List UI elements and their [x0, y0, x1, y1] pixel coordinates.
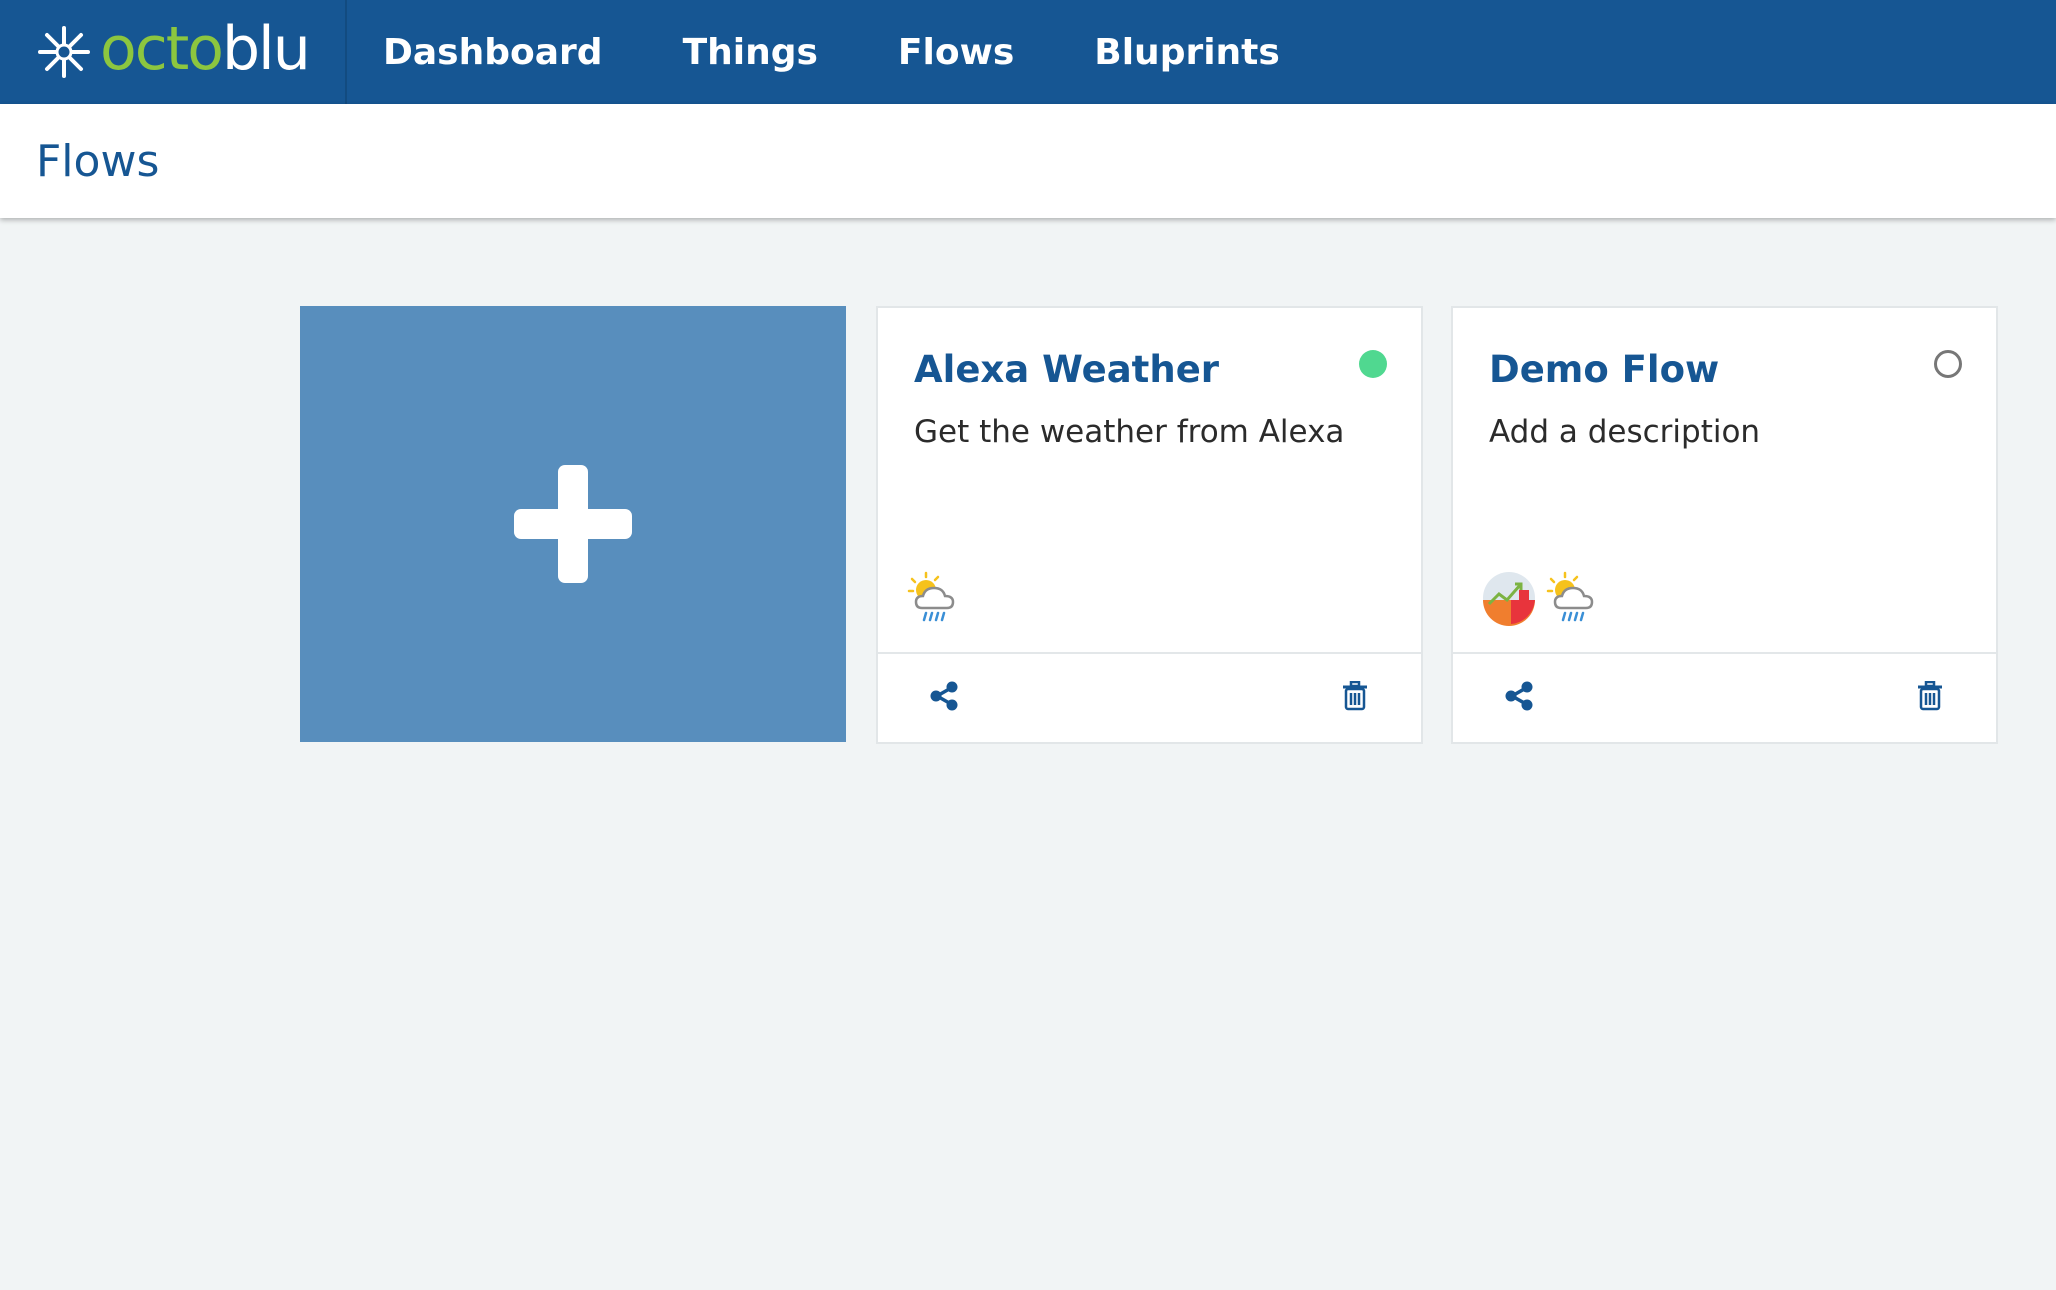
flow-description: Add a description — [1489, 414, 1761, 450]
plus-icon — [514, 465, 632, 583]
weather-icon — [1546, 571, 1594, 622]
flow-card-footer — [1453, 654, 1996, 742]
flow-status-online-indicator — [1359, 350, 1387, 378]
flow-name[interactable]: Demo Flow — [1489, 348, 1719, 391]
share-icon — [1505, 681, 1533, 711]
logo-text-blu: blu — [221, 14, 311, 84]
nav-flows[interactable]: Flows — [898, 32, 1014, 73]
delete-button[interactable] — [1910, 676, 1950, 716]
octoblu-star-icon — [38, 26, 90, 78]
share-icon — [930, 681, 958, 711]
main-nav: Dashboard Things Flows Bluprints — [347, 0, 1360, 104]
flow-node-icons — [906, 570, 970, 626]
top-nav-bar: octoblu Dashboard Things Flows Bluprints — [0, 0, 2056, 104]
flow-name[interactable]: Alexa Weather — [914, 348, 1219, 391]
flow-card-demo-flow[interactable]: Demo Flow Add a description — [1451, 306, 1998, 744]
flow-node-icons — [1481, 570, 1609, 626]
trash-icon — [1918, 681, 1942, 711]
share-button[interactable] — [1499, 676, 1539, 716]
nav-dashboard[interactable]: Dashboard — [383, 32, 603, 73]
new-flow-button[interactable] — [300, 306, 846, 742]
flow-card-grid: Alexa Weather Get the weather from Alexa — [300, 306, 2026, 744]
flow-card-footer — [878, 654, 1421, 742]
flow-card-body: Demo Flow Add a description — [1453, 308, 1996, 654]
trash-icon — [1343, 681, 1367, 711]
nav-bluprints[interactable]: Bluprints — [1094, 32, 1280, 73]
page-header: Flows — [0, 104, 2056, 218]
chart-icon — [1483, 572, 1535, 626]
flow-card-body: Alexa Weather Get the weather from Alexa — [878, 308, 1421, 654]
nav-things[interactable]: Things — [683, 32, 818, 73]
flow-status-offline-indicator — [1934, 350, 1962, 378]
octoblu-logo[interactable]: octoblu — [0, 0, 347, 104]
weather-icon — [907, 571, 955, 622]
delete-button[interactable] — [1335, 676, 1375, 716]
flow-description: Get the weather from Alexa — [914, 414, 1345, 450]
page-title: Flows — [36, 135, 160, 187]
share-button[interactable] — [924, 676, 964, 716]
logo-text-octo: octo — [100, 14, 224, 84]
flow-card-alexa-weather[interactable]: Alexa Weather Get the weather from Alexa — [876, 306, 1423, 744]
logo-wordmark: octoblu — [100, 19, 311, 79]
